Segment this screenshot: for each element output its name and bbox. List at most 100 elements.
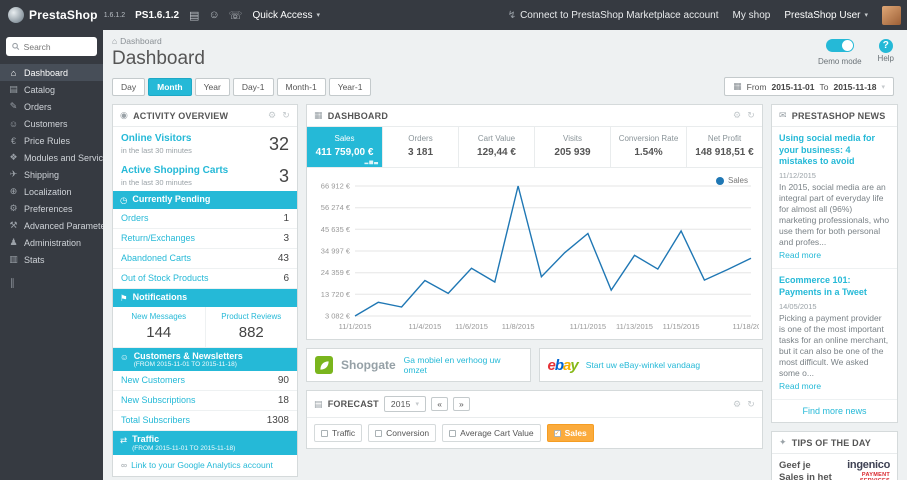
shop-name-link[interactable]: PS1.6.1.2 — [135, 10, 179, 21]
shopgate-logo-icon — [315, 356, 333, 375]
sidebar-item-shipping[interactable]: ✈ Shipping — [0, 166, 103, 183]
avatar[interactable] — [882, 5, 901, 25]
sidebar-item-administration[interactable]: ♟ Administration — [0, 234, 103, 251]
filter-year-button[interactable]: Year — [194, 77, 230, 96]
sidebar-item-dashboard[interactable]: ⌂ Dashboard — [0, 64, 103, 81]
filter-year-1-button[interactable]: Year-1 — [328, 77, 372, 96]
forecast-legend-label: Average Cart Value — [460, 428, 534, 439]
kpi-conversion-rate[interactable]: Conversion Rate 1.54% — [611, 127, 687, 167]
checkbox-checked-icon[interactable]: ✓ — [553, 429, 561, 437]
pending-orders-link[interactable]: Orders — [121, 213, 149, 224]
dashboard-panel-title: DASHBOARD — [327, 110, 389, 121]
dashboard-panel-header: ▦ DASHBOARD ⚙ ↻ — [307, 105, 762, 127]
date-to-label: To — [819, 81, 829, 92]
dashboard-columns: ◉ ACTIVITY OVERVIEW ⚙ ↻ Online Visitors … — [112, 104, 898, 480]
filter-day-button[interactable]: Day — [112, 77, 146, 96]
analytics-link-row: ∞ Link to your Google Analytics account — [113, 455, 297, 476]
find-more-news-link[interactable]: Find more news — [772, 400, 897, 422]
truck-icon: ✈ — [9, 169, 18, 179]
online-visitors-value: 32 — [268, 133, 289, 154]
support-icon[interactable]: ☏ — [229, 9, 243, 22]
help-button[interactable]: ? Help — [878, 39, 894, 63]
forecast-next-button[interactable]: » — [453, 397, 470, 412]
new-customers-link[interactable]: New Customers — [121, 375, 185, 386]
quick-access-menu[interactable]: Quick Access ▾ — [252, 10, 320, 21]
demo-mode-toggle[interactable] — [825, 39, 854, 52]
refresh-icon[interactable]: ↻ — [282, 110, 290, 121]
forecast-prev-button[interactable]: « — [431, 397, 448, 412]
news-article-title-link[interactable]: Using social media for your business: 4 … — [779, 133, 890, 168]
online-visitors-link[interactable]: Online Visitors — [121, 133, 192, 145]
filter-month-button[interactable]: Month — [148, 77, 192, 96]
refresh-icon[interactable]: ↻ — [747, 399, 755, 410]
sidebar-search[interactable] — [6, 37, 97, 56]
forecast-legend-traffic[interactable]: Traffic — [314, 424, 363, 443]
filter-month-1-button[interactable]: Month-1 — [276, 77, 326, 96]
settings-icon[interactable]: ⚙ — [268, 110, 276, 121]
collapse-sidebar-button[interactable]: ∥ — [10, 278, 103, 289]
kpi-visits[interactable]: Visits 205 939 — [535, 127, 611, 167]
sidebar-item-stats[interactable]: ▥ Stats — [0, 251, 103, 268]
news-article-title-link[interactable]: Ecommerce 101: Payments in a Tweet — [779, 275, 890, 298]
checkbox-icon[interactable] — [375, 429, 383, 437]
shopgate-promo[interactable]: Shopgate Ga mobiel en verhoog uw omzet — [306, 348, 531, 383]
shopgate-promo-link[interactable]: Ga mobiel en verhoog uw omzet — [404, 355, 522, 375]
forecast-legend-sales[interactable]: ✓ Sales — [546, 424, 594, 443]
out-of-stock-link[interactable]: Out of Stock Products — [121, 273, 209, 284]
news-article-date: 14/05/2015 — [779, 301, 817, 311]
kpi-label: Sales — [334, 134, 355, 143]
svg-text:66 912 €: 66 912 € — [321, 182, 351, 191]
read-more-link[interactable]: Read more — [779, 250, 821, 260]
ebay-promo[interactable]: ebay Start uw eBay-winkel vandaag — [538, 348, 763, 383]
kpi-cart-value[interactable]: Cart Value 129,44 € — [459, 127, 535, 167]
product-reviews-link[interactable]: Product Reviews — [209, 312, 295, 322]
google-analytics-link[interactable]: Link to your Google Analytics account — [131, 460, 273, 471]
new-messages-link[interactable]: New Messages — [116, 312, 202, 322]
refresh-icon[interactable]: ↻ — [747, 110, 755, 121]
sidebar-item-price-rules[interactable]: € Price Rules — [0, 132, 103, 149]
settings-icon[interactable]: ⚙ — [733, 399, 741, 410]
prestashop-logo[interactable]: PrestaShop 1.6.1.2 — [8, 7, 125, 23]
chart-legend[interactable]: Sales — [715, 176, 748, 185]
sidebar-item-orders[interactable]: ✎ Orders — [0, 98, 103, 115]
abandoned-carts-link[interactable]: Abandoned Carts — [121, 253, 191, 264]
sidebar-item-advanced-parameters[interactable]: ⚒ Advanced Parameters — [0, 217, 103, 234]
breadcrumb[interactable]: ⌂ Dashboard — [112, 36, 205, 46]
panel-tools: ⚙ ↻ — [733, 110, 755, 121]
sidebar-item-modules[interactable]: ❖ Modules and Services — [0, 149, 103, 166]
my-shop-link[interactable]: My shop — [733, 10, 771, 21]
new-subscriptions-link[interactable]: New Subscriptions — [121, 395, 196, 406]
cart-icon[interactable]: ▤ — [189, 9, 199, 22]
forecast-year-select[interactable]: 2015 ▾ — [383, 396, 427, 413]
total-subscribers-link[interactable]: Total Subscribers — [121, 415, 190, 426]
kpi-net-profit[interactable]: Net Profit 148 918,51 € — [687, 127, 762, 167]
traffic-header: ⇄ Traffic (FROM 2015-11-01 TO 2015-11-18… — [113, 431, 297, 456]
svg-text:34 997 €: 34 997 € — [321, 247, 351, 256]
search-input[interactable] — [23, 41, 91, 52]
new-messages-cell[interactable]: New Messages 144 — [113, 307, 205, 347]
user-menu[interactable]: PrestaShop User ▾ — [784, 10, 868, 21]
checkbox-icon[interactable] — [321, 429, 328, 437]
forecast-legend-conversion[interactable]: Conversion — [368, 424, 437, 443]
marketplace-link[interactable]: ↯ Connect to PrestaShop Marketplace acco… — [508, 10, 719, 21]
quick-access-label: Quick Access — [252, 9, 313, 21]
pending-returns-link[interactable]: Return/Exchanges — [121, 233, 195, 244]
sidebar-item-catalog[interactable]: ▤ Catalog — [0, 81, 103, 98]
read-more-link[interactable]: Read more — [779, 381, 821, 391]
checkbox-icon[interactable] — [449, 429, 457, 437]
forecast-legend-average-cart-value[interactable]: Average Cart Value — [442, 424, 541, 443]
date-range-picker[interactable]: ▦ From 2015-11-01 To 2015-11-18 ▾ — [724, 77, 894, 96]
product-reviews-cell[interactable]: Product Reviews 882 — [204, 307, 298, 347]
forecast-year-value: 2015 — [390, 399, 411, 410]
demo-mode-label: Demo mode — [817, 57, 862, 66]
sidebar-item-customers[interactable]: ☺ Customers — [0, 115, 103, 132]
sidebar-item-localization[interactable]: ⊕ Localization — [0, 183, 103, 200]
active-carts-link[interactable]: Active Shopping Carts — [121, 165, 228, 177]
settings-icon[interactable]: ⚙ — [733, 110, 741, 121]
kpi-sales[interactable]: Sales 411 759,00 € ▂▅▃ — [307, 127, 383, 167]
ebay-promo-link[interactable]: Start uw eBay-winkel vandaag — [586, 360, 700, 370]
kpi-orders[interactable]: Orders 3 181 — [383, 127, 459, 167]
filter-day-1-button[interactable]: Day-1 — [232, 77, 274, 96]
sidebar-item-preferences[interactable]: ⚙ Preferences — [0, 200, 103, 217]
customers-icon[interactable]: ☺ — [208, 9, 219, 22]
